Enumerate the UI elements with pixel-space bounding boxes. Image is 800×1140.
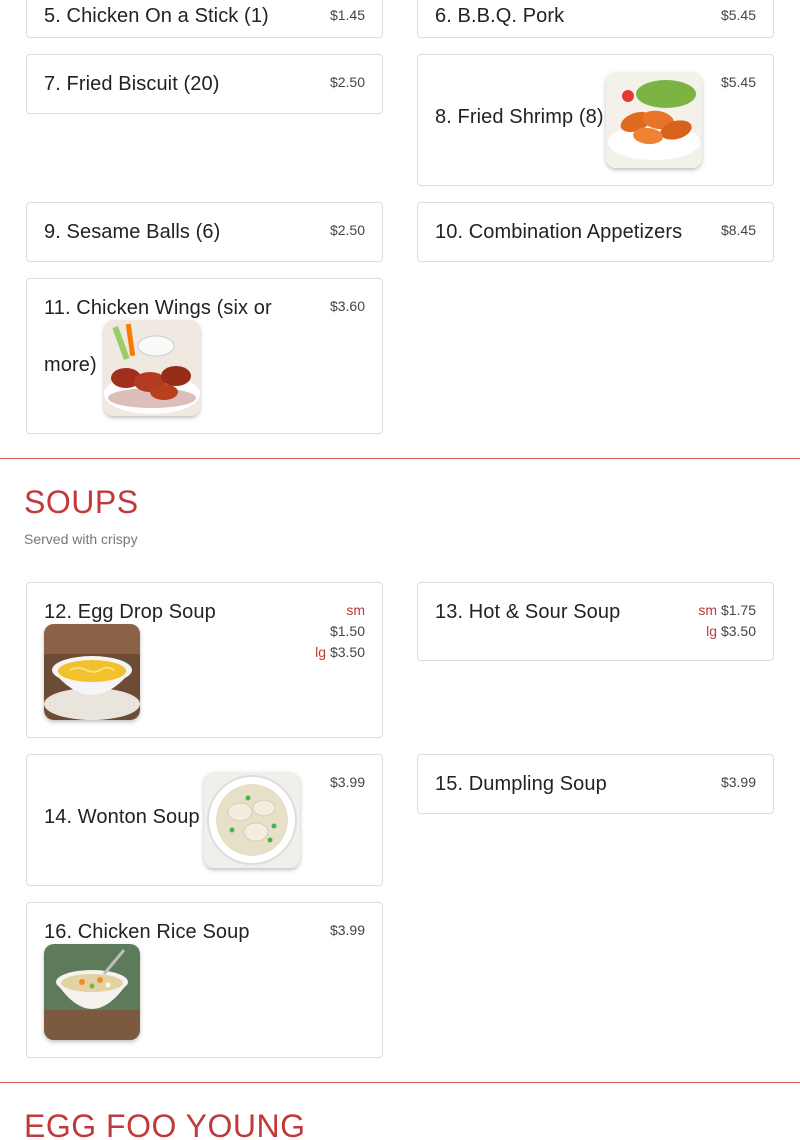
wonton-soup-photo (204, 772, 300, 868)
item-price: $5.45 (720, 74, 756, 90)
menu-item-fried-shrimp[interactable]: 8. Fried Shrimp (8) $5.45 (417, 54, 774, 186)
item-price: $3.99 (720, 774, 756, 790)
item-name: 9. Sesame Balls (6) (44, 221, 221, 243)
item-name: 16. Chicken Rice Soup (44, 921, 250, 943)
item-price: $3.99 (329, 922, 365, 938)
menu-item-sesame-balls[interactable]: 9. Sesame Balls (6) $2.50 (26, 202, 383, 262)
price-sm: $1.50 (329, 623, 365, 639)
item-price: $2.50 (329, 74, 365, 90)
item-name: 12. Egg Drop Soup (44, 601, 216, 623)
item-name: 15. Dumpling Soup (435, 773, 607, 795)
section-divider (0, 1082, 800, 1083)
chicken-rice-soup-photo (44, 944, 140, 1040)
section-subtitle-soups: Served with crispy (24, 531, 138, 547)
size-label-lg: lg (315, 644, 327, 660)
section-title-egg-foo-young: EGG FOO YOUNG (24, 1108, 306, 1140)
section-title-soups: SOUPS (24, 484, 139, 520)
item-price: $3.60 (329, 298, 365, 314)
menu-item-egg-drop-soup[interactable]: 12. Egg Drop Soup sm $1.50 lg $3.50 (26, 582, 383, 738)
item-price-block: sm $1.50 lg $3.50 (315, 600, 365, 663)
menu-item-chicken-wings[interactable]: 11. Chicken Wings (six or more) $3.60 (26, 278, 383, 434)
menu-item-wonton-soup[interactable]: 14. Wonton Soup $3.99 (26, 754, 383, 886)
egg-drop-soup-photo (44, 624, 140, 720)
menu-item-bbq-pork[interactable]: 6. B.B.Q. Pork $5.45 (417, 0, 774, 38)
item-price: $1.45 (329, 7, 365, 23)
item-name: 5. Chicken On a Stick (1) (44, 5, 269, 27)
item-name: 13. Hot & Sour Soup (435, 601, 621, 623)
menu-item-chicken-rice-soup[interactable]: 16. Chicken Rice Soup $3.99 (26, 902, 383, 1058)
size-label-lg: lg (706, 623, 718, 639)
item-price: $3.99 (329, 774, 365, 790)
item-name-line1: 11. Chicken Wings (six or (44, 297, 272, 319)
menu-item-fried-biscuit[interactable]: 7. Fried Biscuit (20) $2.50 (26, 54, 383, 114)
item-price: $5.45 (720, 7, 756, 23)
chicken-wings-photo (104, 320, 200, 416)
item-name: 10. Combination Appetizers (435, 221, 683, 243)
item-price-block: sm $1.75 lg $3.50 (698, 600, 756, 642)
section-divider (0, 458, 800, 459)
size-label-sm: sm (346, 602, 365, 618)
item-price: $2.50 (329, 222, 365, 238)
item-name: 8. Fried Shrimp (8) (435, 106, 604, 128)
item-name: 7. Fried Biscuit (20) (44, 73, 220, 95)
menu-item-combination-appetizers[interactable]: 10. Combination Appetizers $8.45 (417, 202, 774, 262)
price-lg: $3.50 (720, 623, 756, 639)
menu-item-chicken-on-a-stick[interactable]: 5. Chicken On a Stick (1) $1.45 (26, 0, 383, 38)
price-sm: $1.75 (720, 602, 756, 618)
item-name: 14. Wonton Soup (44, 806, 200, 828)
price-lg: $3.50 (329, 644, 365, 660)
item-price: $8.45 (720, 222, 756, 238)
item-name: 6. B.B.Q. Pork (435, 5, 565, 27)
menu-item-dumpling-soup[interactable]: 15. Dumpling Soup $3.99 (417, 754, 774, 814)
menu-item-hot-sour-soup[interactable]: 13. Hot & Sour Soup sm $1.75 lg $3.50 (417, 582, 774, 661)
item-name-line2: more) (44, 354, 97, 376)
fried-shrimp-photo (606, 72, 702, 168)
size-label-sm: sm (698, 602, 718, 618)
